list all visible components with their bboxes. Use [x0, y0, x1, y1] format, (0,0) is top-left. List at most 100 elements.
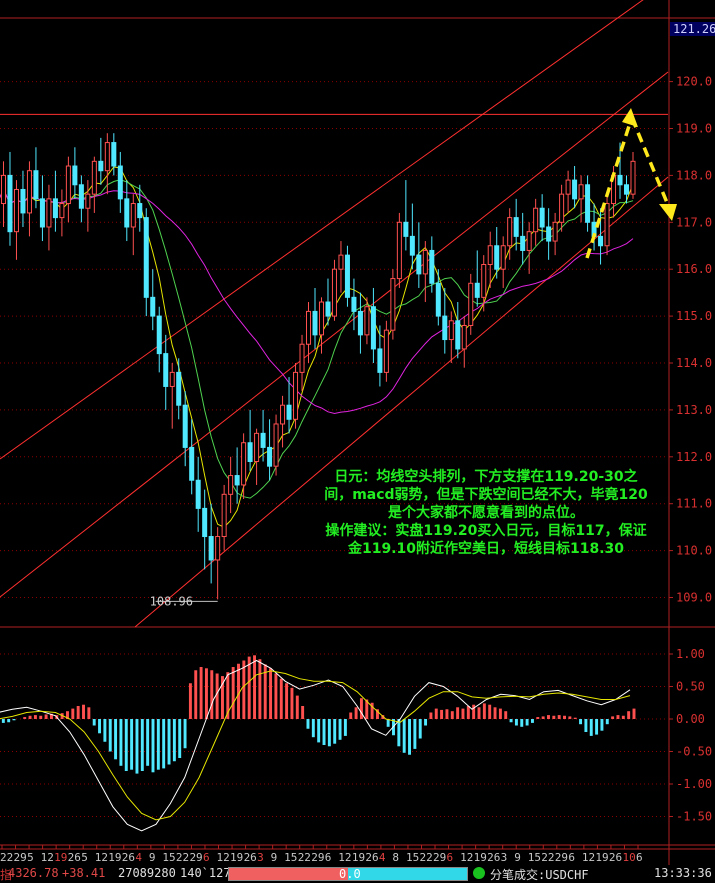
candle-up — [364, 306, 370, 336]
candle-down — [78, 184, 84, 209]
candle-down — [416, 254, 422, 275]
candle-down — [325, 301, 331, 317]
candle-up — [630, 160, 636, 195]
time-tick-label: 15 — [162, 851, 175, 864]
time-tick-label: 29 — [433, 851, 446, 864]
candle-down — [72, 165, 78, 186]
candle-up — [552, 221, 558, 242]
candle-down — [312, 310, 318, 336]
candle-down — [357, 310, 363, 336]
candle-down — [98, 160, 104, 172]
low-price-label: 108.96 — [150, 594, 193, 608]
time-tick-label: 29 — [14, 851, 27, 864]
trade-ticker-label[interactable]: 分笔成交:USDCHF — [490, 866, 589, 883]
candle-down — [143, 217, 149, 298]
candle-up — [396, 221, 402, 280]
time-tick-label: 29 — [189, 851, 202, 864]
annotation-line: 操作建议：实盘119.20买入日元，目标117，保证 — [325, 523, 647, 539]
time-tick-label: 12 — [338, 851, 351, 864]
candle-up — [221, 493, 227, 538]
time-tick-label: 8 — [392, 851, 399, 864]
time-tick-label: 15 — [284, 851, 297, 864]
time-tick-label: 6 — [447, 851, 454, 864]
time-tick-label: 9 — [271, 851, 278, 864]
sell-ratio-fill — [348, 868, 467, 880]
price-tick-label: 111.0 — [676, 497, 712, 511]
time-tick-label: 22 — [176, 851, 189, 864]
candle-up — [578, 184, 584, 200]
candle-down — [150, 296, 156, 317]
candle-up — [85, 193, 91, 209]
candle-up — [91, 160, 97, 195]
candle-up — [273, 423, 279, 467]
candle-up — [448, 320, 454, 341]
candle-up — [305, 310, 312, 345]
candle-up — [481, 264, 487, 298]
price-tick-label: 110.0 — [676, 544, 712, 558]
time-tick-label: 22 — [0, 851, 13, 864]
price-tick-label: 115.0 — [676, 309, 712, 323]
time-tick-label: 6 — [325, 851, 332, 864]
candle-up — [293, 371, 299, 420]
candle-up — [390, 278, 396, 331]
time-tick-label: 26 — [122, 851, 135, 864]
time-tick-label: 26 — [487, 851, 500, 864]
candle-up — [461, 324, 467, 350]
volume: 27089280 — [118, 866, 176, 880]
candle-down — [429, 249, 435, 284]
buy-sell-ratio-bar: 0.0 — [228, 867, 468, 881]
candle-up — [215, 536, 221, 561]
candle-up — [46, 198, 52, 228]
candle-down — [617, 174, 623, 186]
macd-dea-line — [0, 670, 631, 821]
candle-up — [59, 203, 65, 219]
macd-tick-label: 1.00 — [676, 647, 705, 661]
candle-up — [13, 188, 19, 233]
candle-down — [344, 254, 350, 298]
time-tick-label: 6 — [203, 851, 210, 864]
buy-ratio-fill — [229, 868, 348, 880]
time-tick-label: 3 — [501, 851, 508, 864]
time-tick-label: 19 — [54, 851, 67, 864]
candle-down — [267, 446, 273, 467]
candle-up — [299, 343, 305, 373]
candle-down — [351, 296, 357, 312]
price-chart[interactable]: 109.0 110.0 111.0 112.0 113.0 114.0 115.0 116.0… — [0, 0, 715, 865]
time-tick-label: 26 — [365, 851, 378, 864]
candle-down — [494, 245, 500, 270]
candle-down — [111, 142, 117, 167]
time-tick-label: 19 — [352, 851, 365, 864]
time-tick-label: 26 — [68, 851, 81, 864]
candle-down — [513, 217, 519, 237]
candle-up — [507, 217, 513, 247]
candle-down — [7, 174, 13, 233]
candle-down — [39, 198, 45, 228]
macd-tick-label: -0.50 — [676, 745, 712, 759]
time-tick-label: 5 — [81, 851, 88, 864]
macd-tick-label: -1.50 — [676, 810, 712, 824]
time-tick-label: 6 — [636, 851, 643, 864]
time-tick-label: 26 — [609, 851, 622, 864]
index-change: +38.41 — [62, 866, 106, 880]
candle-up — [254, 432, 260, 462]
macd-tick-label: 0.00 — [676, 712, 705, 726]
candle-up — [241, 442, 247, 486]
candle-down — [623, 184, 630, 195]
candle-up — [604, 203, 610, 247]
candle-down — [20, 188, 26, 214]
candle-down — [455, 320, 461, 350]
candle-down — [137, 203, 143, 219]
time-tick-label: 10 — [622, 851, 635, 864]
candle-up — [526, 231, 532, 251]
candle-down — [124, 198, 130, 228]
candle-down — [286, 404, 292, 420]
candle-up — [65, 165, 71, 205]
annotation-line: 日元：均线空头排列，下方支撑在119.20-30之 — [334, 469, 638, 485]
candle-down — [117, 165, 123, 200]
candle-down — [520, 235, 526, 251]
time-tick-label: 5 — [27, 851, 34, 864]
price-tick-label: 119.0 — [676, 122, 712, 136]
trend-channel-line — [0, 0, 644, 460]
time-tick-label: 15 — [406, 851, 419, 864]
connection-status-icon — [473, 867, 485, 879]
